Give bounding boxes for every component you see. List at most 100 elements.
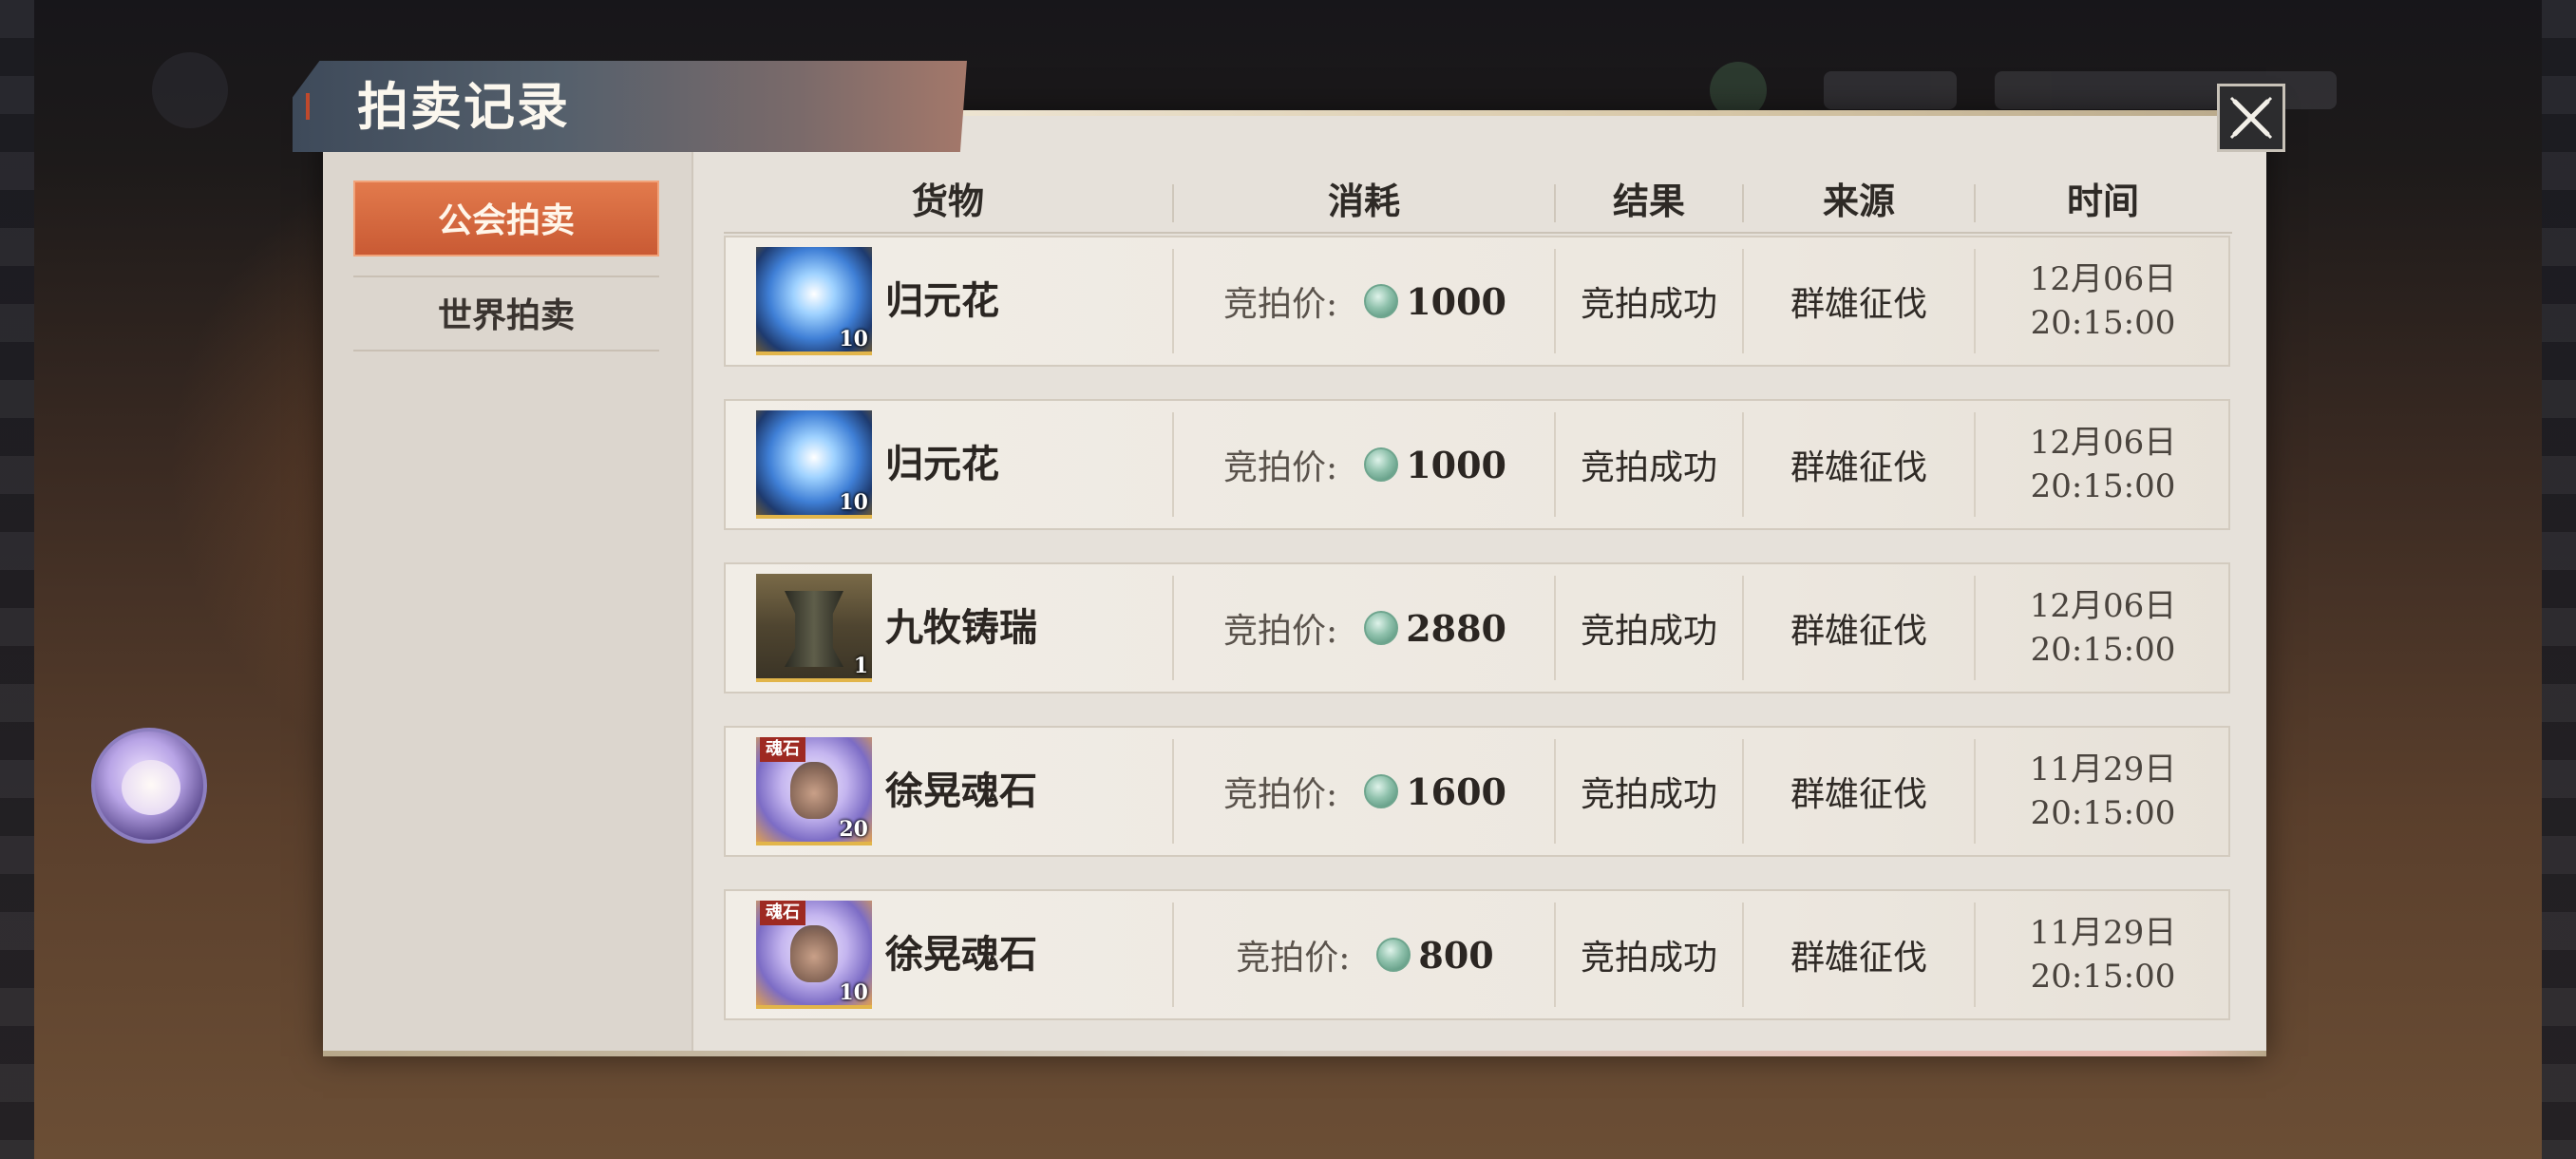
- cost-cell: 竞拍价: 1600: [1172, 739, 1556, 844]
- item-quantity: 20: [839, 817, 868, 842]
- title-banner: 拍卖记录: [293, 61, 967, 152]
- result-text: 竞拍成功: [1580, 285, 1717, 324]
- item-name: 徐晃魂石: [885, 932, 1037, 977]
- source-cell: 群雄征伐: [1742, 576, 1974, 680]
- result-text: 竞拍成功: [1580, 612, 1717, 651]
- source-text: 群雄征伐: [1790, 939, 1927, 978]
- record-time: 20:15:00: [2030, 631, 2176, 669]
- auction-record-table: 货物 消耗 结果 来源 时间 10 归元花 竞拍价: 1000 竞拍成功 群雄征…: [724, 171, 2232, 1020]
- result-cell: 竞拍成功: [1554, 902, 1742, 1007]
- result-cell: 竞拍成功: [1554, 249, 1742, 353]
- cost-value: 1600: [1406, 770, 1506, 813]
- jade-coin-icon: [1364, 284, 1399, 318]
- soul-stone-tag: 魂石: [760, 901, 805, 925]
- background-chip: [1824, 71, 1957, 109]
- title-accent-mark: [306, 93, 310, 120]
- result-text: 竞拍成功: [1580, 448, 1717, 487]
- soul-stone-tag: 魂石: [760, 737, 805, 762]
- table-row[interactable]: 魂石 10 徐晃魂石 竞拍价: 800 竞拍成功 群雄征伐 11月29日 20:…: [724, 889, 2230, 1020]
- item-name: 九牧铸瑞: [885, 605, 1037, 650]
- right-frame-ornament: [2542, 0, 2576, 1159]
- time-text: 12月06日 20:15:00: [2030, 257, 2177, 345]
- tab-world-auction[interactable]: 世界拍卖: [353, 276, 659, 352]
- header-cost: 消耗: [1327, 180, 1400, 222]
- cost-cell: 竞拍价: 2880: [1172, 576, 1556, 680]
- time-text: 11月29日 20:15:00: [2030, 748, 2177, 835]
- record-date: 12月06日: [2029, 424, 2177, 462]
- dialog-title: 拍卖记录: [357, 76, 570, 137]
- cost-value: 1000: [1406, 279, 1506, 323]
- time-text: 12月06日 20:15:00: [2030, 421, 2177, 508]
- header-source: 来源: [1822, 180, 1895, 222]
- vessel-shape: [785, 591, 843, 667]
- record-time: 20:15:00: [2030, 958, 2176, 996]
- cost-value: 1000: [1406, 443, 1506, 486]
- blue-flower-icon[interactable]: 10: [756, 410, 872, 519]
- result-cell: 竞拍成功: [1554, 576, 1742, 680]
- auction-sidebar: 公会拍卖 世界拍卖: [323, 152, 693, 1051]
- source-cell: 群雄征伐: [1742, 412, 1974, 517]
- cost-label: 竞拍价:: [1223, 612, 1338, 651]
- close-x-icon: [2229, 96, 2273, 140]
- cost-cell: 竞拍价: 800: [1172, 902, 1556, 1007]
- source-cell: 群雄征伐: [1742, 249, 1974, 353]
- source-text: 群雄征伐: [1790, 612, 1927, 651]
- soul-stone-portrait-icon[interactable]: 魂石 20: [756, 737, 872, 846]
- time-cell: 11月29日 20:15:00: [1974, 902, 2230, 1007]
- record-date: 12月06日: [2029, 587, 2177, 625]
- item-name: 归元花: [885, 278, 999, 323]
- cost-label: 竞拍价:: [1236, 939, 1351, 978]
- jade-coin-icon: [1364, 611, 1399, 645]
- result-text: 竞拍成功: [1580, 939, 1717, 978]
- blue-flower-icon[interactable]: 10: [756, 247, 872, 355]
- cost-label: 竞拍价:: [1223, 448, 1338, 487]
- time-cell: 12月06日 20:15:00: [1974, 249, 2230, 353]
- soul-stone-portrait-icon[interactable]: 魂石 10: [756, 901, 872, 1009]
- dialog-bottom-rim: [323, 1051, 2266, 1056]
- record-date: 11月29日: [2029, 914, 2177, 952]
- record-time: 20:15:00: [2030, 794, 2176, 832]
- item-name: 徐晃魂石: [885, 769, 1037, 813]
- avatar-face-icon: [122, 760, 180, 815]
- record-time: 20:15:00: [2030, 304, 2176, 342]
- portrait-face: [790, 762, 838, 819]
- result-cell: 竞拍成功: [1554, 739, 1742, 844]
- bronze-vessel-icon[interactable]: 1: [756, 574, 872, 682]
- item-name: 归元花: [885, 442, 999, 486]
- jade-coin-icon: [1364, 774, 1399, 808]
- table-row[interactable]: 10 归元花 竞拍价: 1000 竞拍成功 群雄征伐 12月06日 20:15:…: [724, 399, 2230, 530]
- result-text: 竞拍成功: [1580, 775, 1717, 814]
- time-cell: 12月06日 20:15:00: [1974, 576, 2230, 680]
- table-row[interactable]: 魂石 20 徐晃魂石 竞拍价: 1600 竞拍成功 群雄征伐 11月29日 20…: [724, 726, 2230, 857]
- source-cell: 群雄征伐: [1742, 902, 1974, 1007]
- source-text: 群雄征伐: [1790, 448, 1927, 487]
- record-time: 20:15:00: [2030, 467, 2176, 505]
- cost-label: 竞拍价:: [1223, 285, 1338, 324]
- table-row[interactable]: 1 九牧铸瑞 竞拍价: 2880 竞拍成功 群雄征伐 12月06日 20:15:…: [724, 562, 2230, 694]
- character-avatar-button[interactable]: [91, 728, 207, 844]
- source-text: 群雄征伐: [1790, 285, 1927, 324]
- cost-value: 2880: [1406, 606, 1506, 650]
- tab-guild-auction[interactable]: 公会拍卖: [353, 180, 659, 256]
- header-goods: 货物: [911, 180, 984, 222]
- cost-cell: 竞拍价: 1000: [1172, 249, 1556, 353]
- header-time: 时间: [2066, 180, 2139, 222]
- item-quantity: 10: [839, 327, 868, 352]
- record-date: 11月29日: [2029, 750, 2177, 788]
- time-text: 12月06日 20:15:00: [2030, 584, 2177, 672]
- cost-label: 竞拍价:: [1223, 775, 1338, 814]
- time-text: 11月29日 20:15:00: [2030, 911, 2177, 998]
- source-cell: 群雄征伐: [1742, 739, 1974, 844]
- item-quantity: 10: [839, 980, 868, 1005]
- header-result: 结果: [1612, 180, 1685, 222]
- item-quantity: 10: [839, 490, 868, 515]
- background-chip: [1995, 71, 2337, 109]
- jade-coin-icon: [1364, 447, 1399, 482]
- portrait-face: [790, 925, 838, 982]
- source-text: 群雄征伐: [1790, 775, 1927, 814]
- jade-coin-icon: [1376, 938, 1411, 972]
- close-button[interactable]: [2217, 84, 2285, 152]
- table-row[interactable]: 10 归元花 竞拍价: 1000 竞拍成功 群雄征伐 12月06日 20:15:…: [724, 236, 2230, 367]
- cost-cell: 竞拍价: 1000: [1172, 412, 1556, 517]
- item-quantity: 1: [853, 654, 868, 678]
